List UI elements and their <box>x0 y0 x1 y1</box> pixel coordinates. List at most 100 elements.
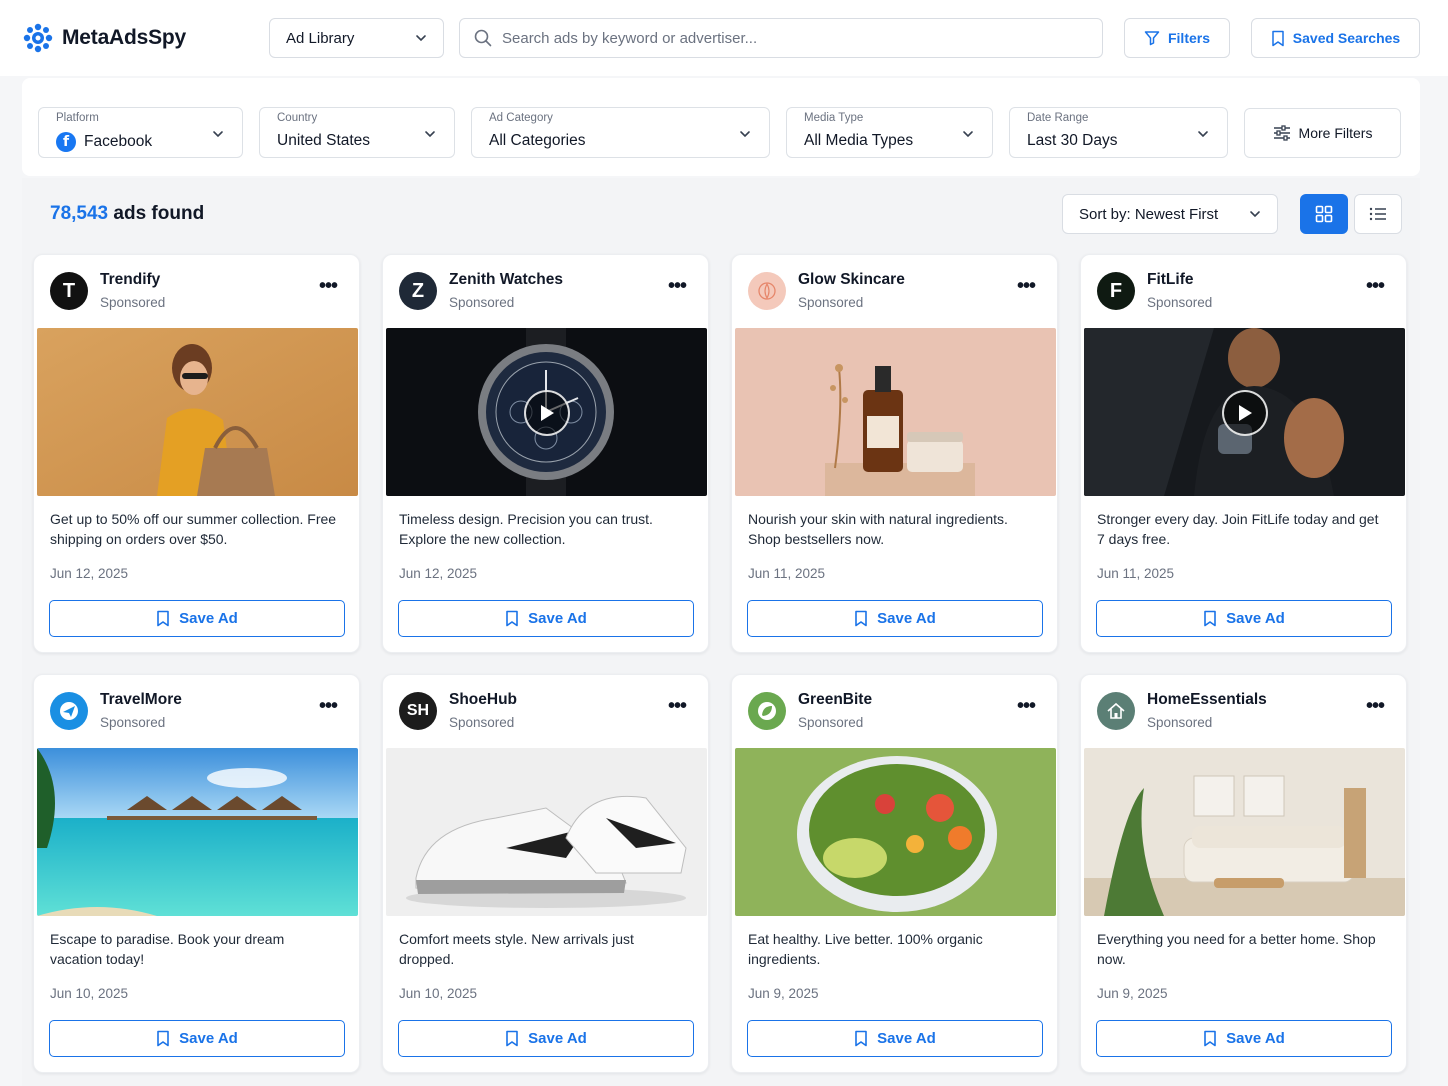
avatar-initials: SH <box>406 702 430 719</box>
ad-media[interactable] <box>386 748 707 916</box>
sponsored-label: Sponsored <box>1147 715 1213 730</box>
logo-icon <box>23 23 53 53</box>
sponsored-label: Sponsored <box>798 715 864 730</box>
advertiser-avatar[interactable] <box>748 272 786 310</box>
ad-card-glow-skincare[interactable]: Glow Skincare Sponsored ••• Nourish your… <box>731 254 1058 653</box>
ad-media[interactable] <box>37 328 358 496</box>
ad-media[interactable] <box>1084 328 1405 496</box>
save-ad-label: Save Ad <box>179 1030 238 1047</box>
save-ad-button[interactable]: Save Ad <box>747 1020 1043 1057</box>
search-bar[interactable] <box>459 18 1103 58</box>
advertiser-name[interactable]: Trendify <box>100 271 160 289</box>
results-count-number: 78,543 <box>50 203 109 224</box>
advertiser-name[interactable]: GreenBite <box>798 691 872 709</box>
filter-icon <box>1144 31 1160 46</box>
ad-date: Jun 11, 2025 <box>1097 566 1175 581</box>
ad-card-travelmore[interactable]: TravelMore Sponsored ••• Escape to parad… <box>33 674 360 1073</box>
advertiser-name[interactable]: ShoeHub <box>449 691 517 709</box>
grid-view-button[interactable] <box>1300 194 1348 234</box>
advertiser-name[interactable]: Zenith Watches <box>449 271 563 289</box>
media-type-filter[interactable]: Media Type All Media Types <box>786 107 993 158</box>
save-ad-button[interactable]: Save Ad <box>747 600 1043 637</box>
play-icon[interactable] <box>524 390 570 436</box>
advertiser-avatar[interactable]: SH <box>399 692 437 730</box>
advertiser-name[interactable]: FitLife <box>1147 271 1194 289</box>
date-range-filter[interactable]: Date Range Last 30 Days <box>1009 107 1228 158</box>
more-options-icon[interactable]: ••• <box>668 276 687 296</box>
more-options-icon[interactable]: ••• <box>319 696 338 716</box>
library-select[interactable]: Ad Library <box>269 18 444 58</box>
advertiser-avatar[interactable]: F <box>1097 272 1135 310</box>
more-filters-label: More Filters <box>1298 125 1373 141</box>
saved-searches-button[interactable]: Saved Searches <box>1251 18 1420 58</box>
play-icon[interactable] <box>1222 390 1268 436</box>
library-select-value: Ad Library <box>286 29 355 47</box>
ad-card-zenith-watches[interactable]: Z Zenith Watches Sponsored ••• Timeless … <box>382 254 709 653</box>
save-ad-button[interactable]: Save Ad <box>1096 1020 1392 1057</box>
save-ad-label: Save Ad <box>1226 610 1285 627</box>
logo[interactable]: MetaAdsSpy <box>22 22 186 54</box>
category-filter-label: Ad Category <box>489 112 553 124</box>
bookmark-icon <box>157 610 169 627</box>
save-ad-label: Save Ad <box>179 610 238 627</box>
save-ad-button[interactable]: Save Ad <box>1096 600 1392 637</box>
sort-select[interactable]: Sort by: Newest First <box>1062 194 1278 234</box>
advertiser-name[interactable]: HomeEssentials <box>1147 691 1267 709</box>
more-options-icon[interactable]: ••• <box>668 696 687 716</box>
ad-card-greenbite[interactable]: GreenBite Sponsored ••• Eat healthy. Liv… <box>731 674 1058 1073</box>
chevron-down-icon <box>1198 131 1208 138</box>
save-ad-button[interactable]: Save Ad <box>49 1020 345 1057</box>
save-ad-button[interactable]: Save Ad <box>49 600 345 637</box>
save-ad-label: Save Ad <box>1226 1030 1285 1047</box>
filters-button[interactable]: Filters <box>1124 18 1230 58</box>
save-ad-button[interactable]: Save Ad <box>398 1020 694 1057</box>
chevron-down-icon <box>425 131 435 138</box>
chevron-down-icon <box>1250 211 1260 218</box>
more-options-icon[interactable]: ••• <box>1366 276 1385 296</box>
advertiser-avatar[interactable] <box>748 692 786 730</box>
more-options-icon[interactable]: ••• <box>1017 276 1036 296</box>
results-count-suffix: ads found <box>108 203 205 224</box>
list-icon <box>1369 207 1386 221</box>
country-filter-value: United States <box>277 132 371 149</box>
ad-card-shoehub[interactable]: SH ShoeHub Sponsored ••• Comfort meets s… <box>382 674 709 1073</box>
ad-media[interactable] <box>37 748 358 916</box>
ad-media[interactable] <box>386 328 707 496</box>
ad-date: Jun 12, 2025 <box>50 566 129 581</box>
ad-media[interactable] <box>1084 748 1405 916</box>
advertiser-avatar[interactable] <box>1097 692 1135 730</box>
ad-date: Jun 11, 2025 <box>748 566 826 581</box>
facebook-icon: f <box>56 132 76 152</box>
ad-media[interactable] <box>735 748 1056 916</box>
bookmark-icon <box>506 610 518 627</box>
country-filter[interactable]: Country United States <box>259 107 455 158</box>
more-options-icon[interactable]: ••• <box>1366 696 1385 716</box>
ad-card-fitlife[interactable]: F FitLife Sponsored ••• Stronger every d… <box>1080 254 1407 653</box>
ad-card-homeessentials[interactable]: HomeEssentials Sponsored ••• Everything … <box>1080 674 1407 1073</box>
ad-card-trendify[interactable]: T Trendify Sponsored ••• Get up to 50% o… <box>33 254 360 653</box>
results-count: 78,543 ads found <box>50 203 204 225</box>
sponsored-label: Sponsored <box>449 715 515 730</box>
date-range-filter-value: Last 30 Days <box>1027 132 1118 149</box>
search-input[interactable] <box>502 29 1062 47</box>
category-filter[interactable]: Ad Category All Categories <box>471 107 770 158</box>
advertiser-name[interactable]: Glow Skincare <box>798 271 905 289</box>
ad-date: Jun 9, 2025 <box>748 986 819 1001</box>
ad-media[interactable] <box>735 328 1056 496</box>
more-filters-button[interactable]: More Filters <box>1244 108 1401 158</box>
sponsored-label: Sponsored <box>1147 295 1213 310</box>
ad-text: Escape to paradise. Book your dream vaca… <box>50 931 285 967</box>
save-ad-button[interactable]: Save Ad <box>398 600 694 637</box>
advertiser-avatar[interactable]: T <box>50 272 88 310</box>
more-options-icon[interactable]: ••• <box>1017 696 1036 716</box>
advertiser-avatar[interactable]: Z <box>399 272 437 310</box>
avatar-initials: T <box>62 279 76 302</box>
avatar-initials: Z <box>411 279 425 302</box>
advertiser-avatar[interactable] <box>50 692 88 730</box>
platform-filter[interactable]: Platform f Facebook <box>38 107 243 158</box>
country-filter-label: Country <box>277 112 318 124</box>
advertiser-name[interactable]: TravelMore <box>100 691 182 709</box>
list-view-button[interactable] <box>1354 194 1402 234</box>
category-filter-value: All Categories <box>489 132 586 149</box>
more-options-icon[interactable]: ••• <box>319 276 338 296</box>
